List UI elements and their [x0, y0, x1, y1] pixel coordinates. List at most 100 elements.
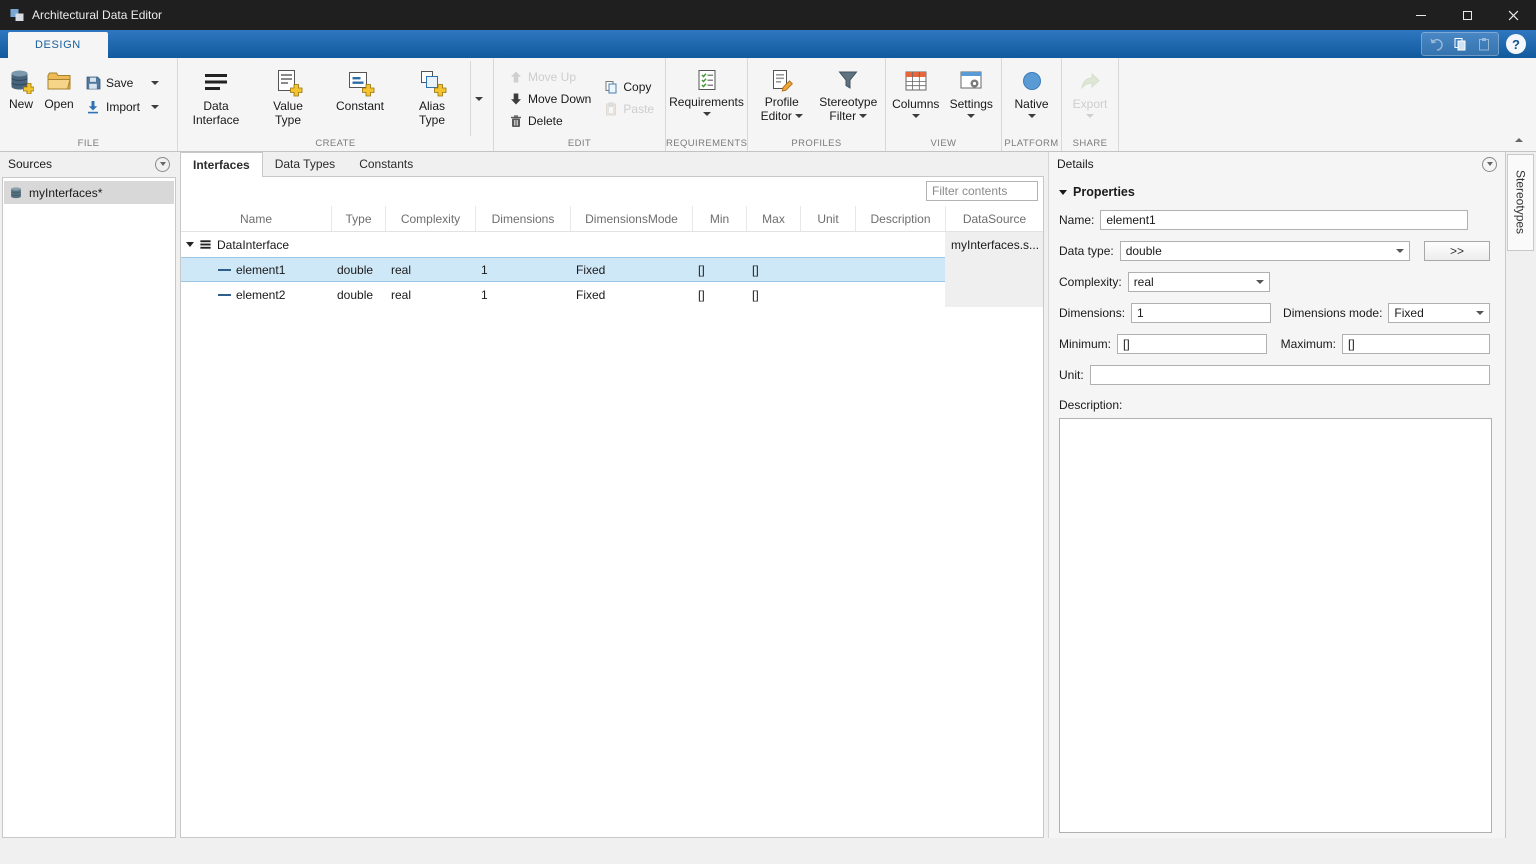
undo-icon[interactable]	[1425, 34, 1447, 54]
help-button[interactable]: ?	[1506, 34, 1526, 54]
requirements-button[interactable]: Requirements	[668, 61, 745, 116]
new-button[interactable]: New	[2, 61, 40, 136]
column-header-datasource[interactable]: DataSource	[945, 206, 1043, 231]
dimensions-cell: 1	[475, 288, 570, 302]
unit-input[interactable]	[1090, 365, 1490, 385]
value-type-button[interactable]: ValueType	[252, 61, 324, 136]
ribbon-group-create: DataInterface ValueType Constant AliasTy…	[178, 58, 494, 151]
sources-collapse-button[interactable]	[155, 157, 170, 172]
interfaces-table: Name Type Complexity Dimensions Dimensio…	[181, 206, 1043, 307]
delete-label: Delete	[528, 114, 563, 128]
collapse-ribbon-button[interactable]	[1511, 134, 1527, 146]
stereotype-filter-button[interactable]: Stereotype Filter	[814, 61, 883, 136]
chevron-down-icon	[1256, 280, 1264, 284]
copy-icon[interactable]	[1449, 34, 1471, 54]
move-down-button[interactable]: Move Down	[506, 88, 601, 110]
profile-editor-button[interactable]: Profile Editor	[750, 61, 814, 136]
import-dropdown-chevron-icon[interactable]	[151, 105, 159, 109]
dimensions-mode-combobox[interactable]: Fixed	[1388, 303, 1490, 323]
tab-design[interactable]: DESIGN	[8, 32, 108, 58]
ribbon-group-requirements: Requirements REQUIREMENTS	[666, 58, 748, 151]
export-button[interactable]: Export	[1064, 61, 1116, 118]
interfaces-content: Name Type Complexity Dimensions Dimensio…	[180, 176, 1044, 838]
close-icon	[1508, 10, 1519, 21]
description-textarea[interactable]	[1059, 418, 1492, 833]
row-name: DataInterface	[217, 238, 289, 252]
details-collapse-button[interactable]	[1482, 157, 1497, 172]
stereotype-filter-icon	[836, 65, 860, 95]
column-header-unit[interactable]: Unit	[800, 206, 855, 231]
name-input[interactable]	[1100, 210, 1468, 230]
tab-interfaces[interactable]: Interfaces	[180, 152, 263, 177]
column-header-complexity[interactable]: Complexity	[385, 206, 475, 231]
paste-button[interactable]: Paste	[601, 98, 663, 120]
maximum-input[interactable]	[1342, 334, 1490, 354]
import-label: Import	[106, 100, 140, 114]
requirements-group-label: REQUIREMENTS	[666, 138, 747, 149]
source-item-label: myInterfaces*	[29, 186, 102, 200]
constant-button[interactable]: Constant	[324, 61, 396, 136]
database-icon	[9, 186, 23, 200]
columns-button[interactable]: Columns	[888, 61, 944, 136]
column-header-min[interactable]: Min	[692, 206, 746, 231]
settings-button[interactable]: Settings	[944, 61, 1000, 136]
data-type-expand-button[interactable]: >>	[1424, 241, 1490, 261]
table-row-element1[interactable]: element1 double real 1 Fixed [] []	[181, 257, 1043, 282]
complexity-value: real	[1134, 275, 1154, 289]
column-header-dimensionsmode[interactable]: DimensionsMode	[570, 206, 692, 231]
columns-chevron-icon	[912, 114, 920, 118]
open-button[interactable]: Open	[40, 61, 78, 136]
datasource-cell	[945, 257, 1043, 282]
column-header-max[interactable]: Max	[746, 206, 800, 231]
create-gallery-expand-button[interactable]	[470, 61, 487, 136]
data-type-combobox[interactable]: double	[1120, 241, 1410, 261]
column-header-name[interactable]: Name	[181, 206, 331, 231]
table-header-row: Name Type Complexity Dimensions Dimensio…	[181, 206, 1043, 232]
save-dropdown-chevron-icon[interactable]	[151, 81, 159, 85]
profile-editor-icon	[770, 65, 794, 95]
constant-icon	[345, 65, 375, 99]
tab-data-types[interactable]: Data Types	[263, 152, 347, 176]
move-up-button[interactable]: Move Up	[506, 66, 601, 88]
table-row-datainterface[interactable]: DataInterface myInterfaces.s...	[181, 232, 1043, 257]
copy-button[interactable]: Copy	[601, 76, 663, 98]
filter-contents-input[interactable]	[926, 181, 1038, 201]
close-button[interactable]	[1490, 0, 1536, 30]
paste-icon[interactable]	[1473, 34, 1495, 54]
column-header-description[interactable]: Description	[855, 206, 945, 231]
save-button[interactable]: Save	[82, 72, 162, 94]
sources-list: myInterfaces*	[2, 177, 176, 838]
source-item-myinterfaces[interactable]: myInterfaces*	[4, 181, 174, 204]
details-panel-title: Details	[1057, 157, 1094, 171]
import-button[interactable]: Import	[82, 96, 162, 118]
table-row-element2[interactable]: element2 double real 1 Fixed [] []	[181, 282, 1043, 307]
minimum-input[interactable]	[1117, 334, 1267, 354]
complexity-combobox[interactable]: real	[1128, 272, 1270, 292]
tab-stereotypes[interactable]: Stereotypes	[1507, 154, 1534, 251]
data-interface-button[interactable]: DataInterface	[180, 61, 252, 136]
column-header-type[interactable]: Type	[331, 206, 385, 231]
open-label: Open	[44, 97, 73, 111]
app-icon	[9, 7, 25, 23]
settings-label: Settings	[950, 97, 993, 111]
delete-button[interactable]: Delete	[506, 110, 601, 132]
native-button[interactable]: Native	[1004, 61, 1059, 118]
sources-panel-title: Sources	[8, 157, 52, 171]
min-cell: []	[692, 263, 746, 277]
minimize-button[interactable]	[1398, 0, 1444, 30]
maximize-button[interactable]	[1444, 0, 1490, 30]
column-header-dimensions[interactable]: Dimensions	[475, 206, 570, 231]
sources-panel: Sources myInterfaces*	[0, 152, 178, 838]
collapse-node-icon[interactable]	[186, 242, 194, 247]
properties-section-header[interactable]: Properties	[1059, 185, 1505, 199]
chevron-down-icon	[1396, 249, 1404, 253]
complexity-cell: real	[385, 263, 475, 277]
dimensionsmode-cell: Fixed	[570, 263, 692, 277]
export-icon	[1078, 65, 1102, 97]
file-group-label: FILE	[0, 138, 177, 149]
value-type-icon	[273, 65, 303, 99]
dimensions-input[interactable]	[1131, 303, 1271, 323]
requirements-icon	[695, 65, 719, 95]
tab-constants[interactable]: Constants	[347, 152, 425, 176]
alias-type-button[interactable]: AliasType	[396, 61, 468, 136]
